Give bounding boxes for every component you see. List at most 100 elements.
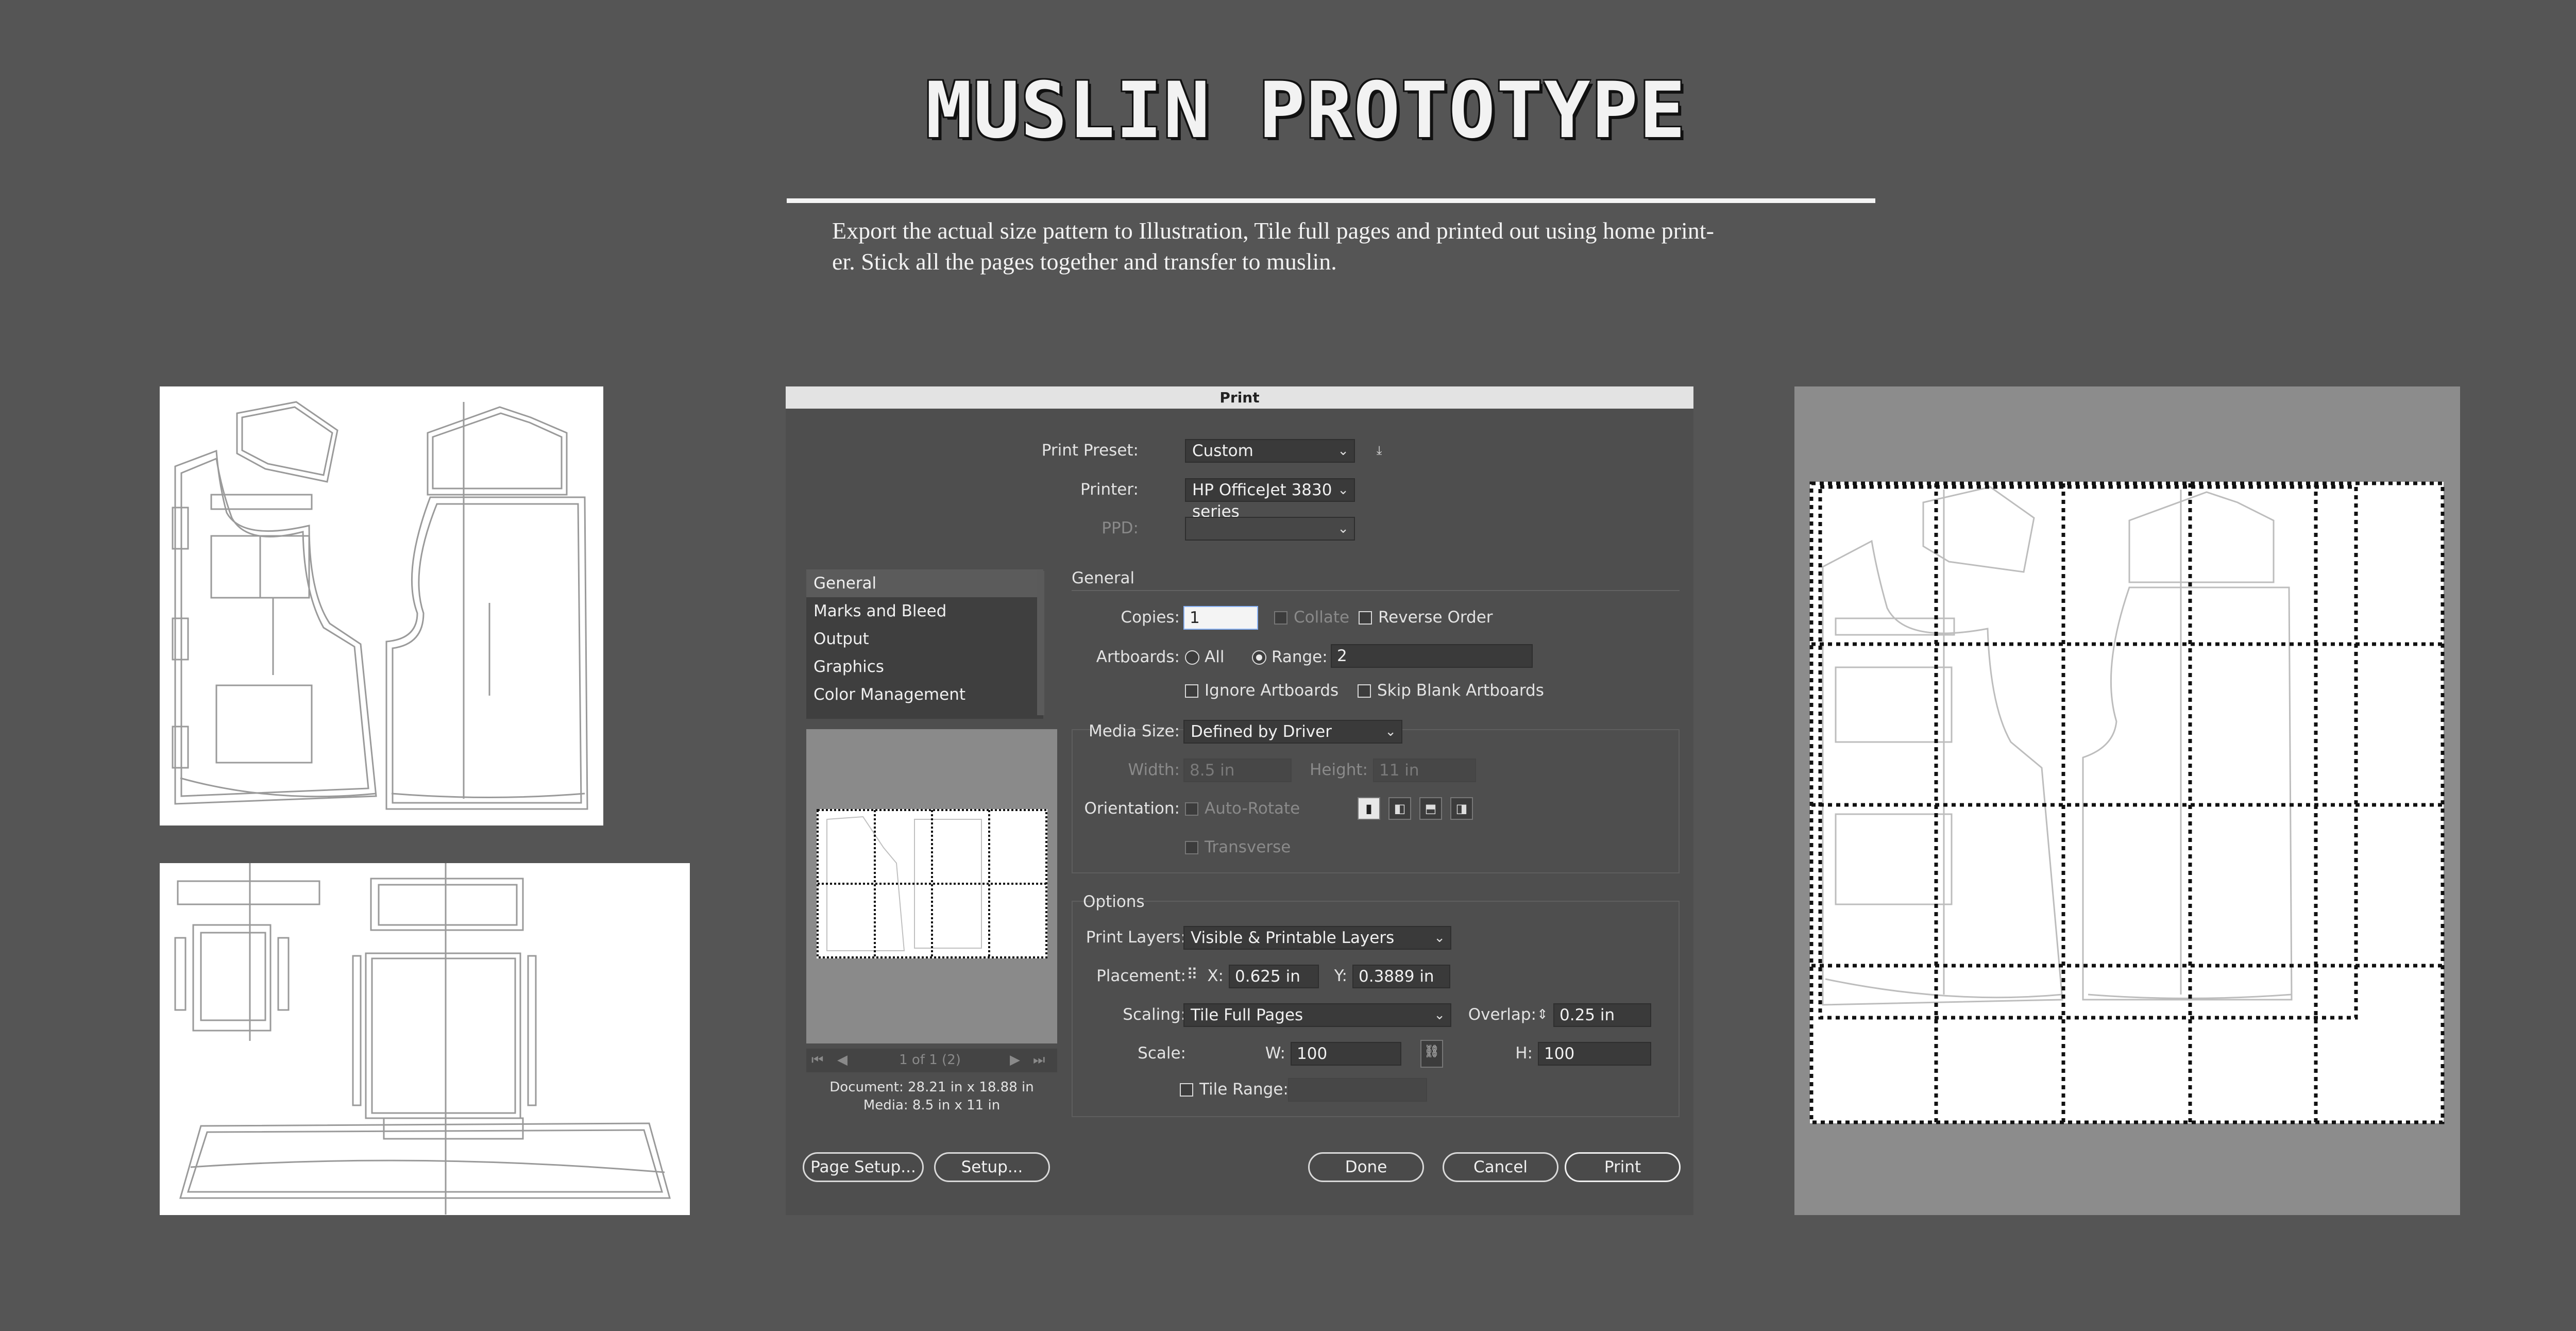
preview-page-navigation: ⏮ ◀ 1 of 1 (2) ▶ ⏭	[806, 1049, 1057, 1072]
flipped-portrait-icon[interactable]: ⬒	[1419, 797, 1442, 820]
chevron-down-icon: ⌄	[1434, 930, 1445, 946]
category-graphics[interactable]: Graphics	[806, 653, 1043, 681]
ignore-artboards-label: Ignore Artboards	[1205, 681, 1339, 700]
save-preset-icon[interactable]: ⤓	[1368, 440, 1391, 463]
category-color-management[interactable]: Color Management	[806, 681, 1043, 709]
artboards-range-input[interactable]: 2	[1331, 644, 1533, 668]
y-input[interactable]: 0.3889 in	[1352, 965, 1450, 988]
reverse-order-label: Reverse Order	[1378, 608, 1493, 627]
width-input: 8.5 in	[1183, 759, 1292, 782]
skip-blank-artboards-checkbox[interactable]	[1358, 684, 1371, 698]
link-scale-icon[interactable]: ⛓	[1420, 1040, 1443, 1068]
description: Export the actual size pattern to Illust…	[832, 215, 1801, 277]
page-setup-button[interactable]: Page Setup...	[803, 1152, 924, 1182]
transverse-checkbox[interactable]	[1185, 841, 1198, 854]
placement-grid-icon[interactable]: ⠿	[1181, 965, 1204, 987]
x-label: X:	[1207, 967, 1224, 985]
preview-tiles-drawing	[817, 809, 1047, 958]
overlap-stepper-icon[interactable]: ⇕	[1537, 1003, 1548, 1026]
media-size-value: Defined by Driver	[1191, 722, 1332, 741]
x-input[interactable]: 0.625 in	[1229, 965, 1319, 988]
tiled-print-preview	[1794, 386, 2460, 1215]
category-output[interactable]: Output	[806, 625, 1043, 653]
media-size-select[interactable]: Defined by Driver ⌄	[1183, 720, 1402, 744]
scale-h-label: H:	[1515, 1044, 1533, 1063]
collate-checkbox[interactable]	[1274, 611, 1287, 625]
section-options-title: Options	[1083, 892, 1145, 911]
chevron-down-icon: ⌄	[1337, 443, 1349, 459]
setup-button[interactable]: Setup...	[934, 1152, 1050, 1182]
category-general[interactable]: General	[806, 569, 1043, 597]
landscape-orientation-icon[interactable]: ◧	[1388, 797, 1411, 820]
portrait-orientation-icon[interactable]: ▮	[1358, 797, 1380, 820]
print-layers-label: Print Layers:	[1086, 928, 1186, 947]
document-size-info: Document: 28.21 in x 18.88 in	[829, 1080, 1034, 1095]
artboards-range-radio[interactable]	[1252, 650, 1266, 665]
copies-label: Copies:	[1121, 608, 1180, 627]
pattern-sheet-bodice	[160, 386, 603, 825]
transverse-label: Transverse	[1205, 838, 1291, 856]
tile-range-input[interactable]	[1288, 1078, 1427, 1102]
height-label: Height:	[1310, 761, 1368, 779]
overlap-input[interactable]: 0.25 in	[1553, 1003, 1651, 1027]
chevron-down-icon: ⌄	[1337, 521, 1349, 536]
print-layers-value: Visible & Printable Layers	[1191, 929, 1395, 947]
artboards-all-label: All	[1205, 648, 1225, 666]
category-list: General Marks and Bleed Output Graphics …	[806, 569, 1043, 719]
orientation-label: Orientation:	[1084, 799, 1180, 818]
next-page-icon[interactable]: ▶	[1010, 1049, 1020, 1071]
media-size-label: Media Size:	[1088, 722, 1180, 740]
pieces-pattern-drawing	[174, 863, 671, 1215]
print-preset-select[interactable]: Custom ⌄	[1185, 439, 1355, 463]
chevron-down-icon: ⌄	[1385, 724, 1396, 739]
artboards-label: Artboards:	[1096, 648, 1180, 666]
ignore-artboards-checkbox[interactable]	[1185, 684, 1198, 698]
reverse-order-checkbox[interactable]	[1359, 611, 1372, 625]
scale-h-input[interactable]: 100	[1538, 1042, 1651, 1066]
printer-value: HP OfficeJet 3830 series	[1192, 481, 1332, 521]
width-label: Width:	[1128, 761, 1180, 779]
tile-range-label: Tile Range:	[1199, 1080, 1289, 1099]
done-button[interactable]: Done	[1308, 1152, 1424, 1182]
artboards-all-radio[interactable]	[1185, 650, 1199, 665]
printer-label: Printer:	[1080, 480, 1139, 499]
cancel-button[interactable]: Cancel	[1443, 1152, 1558, 1182]
tiled-pages-drawing	[1809, 481, 2445, 1124]
artboards-range-label: Range:	[1272, 648, 1328, 666]
bodice-pattern-drawing	[172, 401, 588, 810]
printer-select[interactable]: HP OfficeJet 3830 series ⌄	[1185, 478, 1355, 521]
print-preview-thumbnail[interactable]	[806, 729, 1057, 1043]
ppd-select: ⌄	[1185, 517, 1355, 541]
first-page-icon[interactable]: ⏮	[811, 1049, 823, 1071]
scaling-select[interactable]: Tile Full Pages ⌄	[1183, 1003, 1451, 1027]
auto-rotate-checkbox[interactable]	[1185, 802, 1198, 816]
scale-w-input[interactable]: 100	[1291, 1042, 1401, 1066]
tile-range-checkbox[interactable]	[1180, 1083, 1193, 1097]
copies-input[interactable]: 1	[1183, 606, 1258, 630]
chevron-down-icon: ⌄	[1434, 1007, 1445, 1023]
last-page-icon[interactable]: ⏭	[1033, 1049, 1045, 1071]
ppd-label: PPD:	[1101, 519, 1139, 537]
category-scrollbar[interactable]	[1037, 571, 1044, 715]
description-line-2: er. Stick all the pages together and tra…	[832, 248, 1337, 275]
placement-label: Placement:	[1096, 967, 1186, 985]
scale-label: Scale:	[1138, 1044, 1186, 1063]
y-label: Y:	[1334, 967, 1347, 985]
dialog-title: Print	[786, 386, 1693, 409]
section-divider	[1072, 590, 1680, 591]
media-size-info: Media: 8.5 in x 11 in	[863, 1098, 1001, 1113]
chevron-down-icon: ⌄	[1337, 482, 1349, 498]
page-counter: 1 of 1 (2)	[899, 1052, 961, 1068]
pattern-sheet-pieces	[160, 863, 690, 1215]
print-preset-value: Custom	[1192, 442, 1253, 460]
collate-label: Collate	[1294, 608, 1350, 627]
category-marks-and-bleed[interactable]: Marks and Bleed	[806, 597, 1043, 625]
overlap-label: Overlap:	[1468, 1005, 1536, 1024]
print-preset-label: Print Preset:	[1041, 441, 1139, 460]
print-layers-select[interactable]: Visible & Printable Layers ⌄	[1183, 926, 1451, 950]
height-input: 11 in	[1373, 759, 1476, 782]
previous-page-icon[interactable]: ◀	[837, 1049, 848, 1071]
print-button[interactable]: Print	[1565, 1152, 1681, 1182]
skip-blank-artboards-label: Skip Blank Artboards	[1377, 681, 1544, 700]
flipped-landscape-icon[interactable]: ◨	[1450, 797, 1473, 820]
